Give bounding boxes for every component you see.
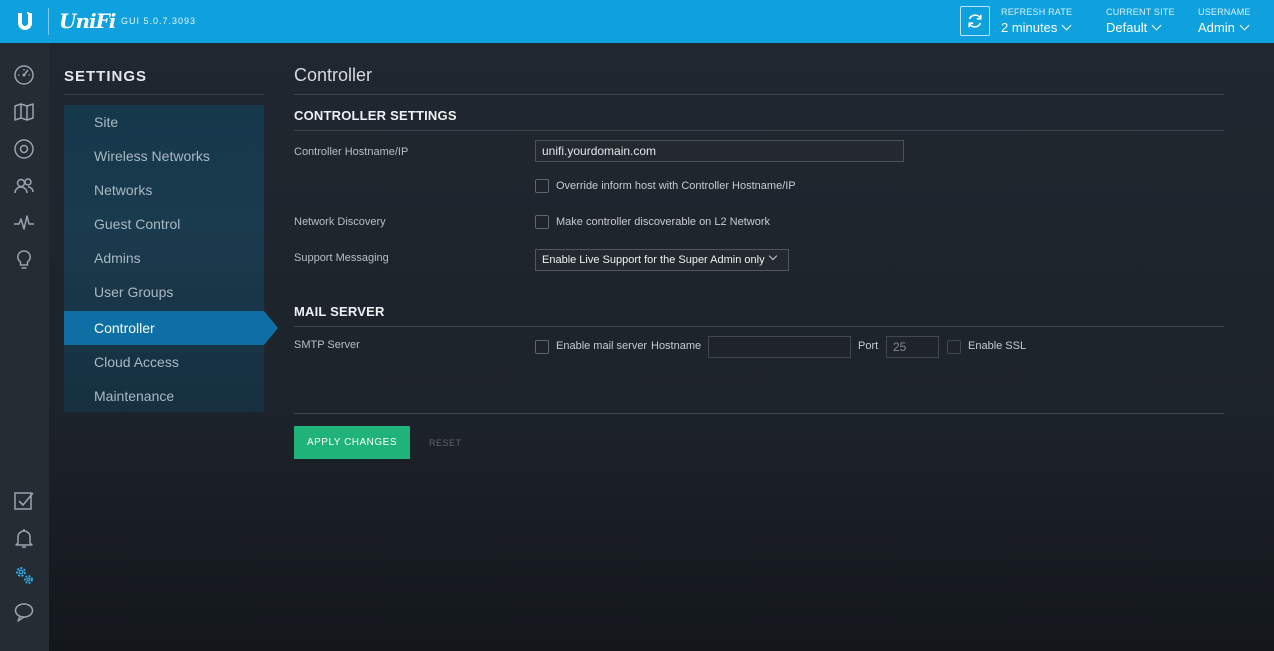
nav-item-site[interactable]: Site <box>64 105 264 139</box>
events-icon[interactable] <box>12 489 36 513</box>
main-content: SETTINGS Site Wireless Networks Networks… <box>49 43 1274 651</box>
icon-rail <box>0 43 49 651</box>
section-divider <box>294 326 1224 327</box>
apply-changes-button[interactable]: APPLY CHANGES <box>294 426 410 459</box>
active-indicator <box>264 311 278 345</box>
settings-divider <box>64 94 264 95</box>
network-discovery-label: Network Discovery <box>294 216 386 228</box>
smtp-server-label: SMTP Server <box>294 339 360 351</box>
chevron-down-icon <box>1239 20 1250 31</box>
alerts-icon[interactable] <box>12 526 36 550</box>
username-label: USERNAME <box>1198 7 1251 17</box>
current-site-dropdown[interactable]: CURRENT SITE Default <box>1106 7 1175 35</box>
nav-item-maintenance[interactable]: Maintenance <box>64 379 264 413</box>
settings-title: SETTINGS <box>64 68 148 85</box>
hostname-input[interactable]: unifi.yourdomain.com <box>535 140 904 162</box>
nav-item-user-groups[interactable]: User Groups <box>64 275 264 309</box>
settings-nav: Site Wireless Networks Networks Guest Co… <box>64 105 278 413</box>
support-messaging-value: Enable Live Support for the Super Admin … <box>542 254 765 266</box>
actions-divider <box>294 413 1224 414</box>
nav-item-admins[interactable]: Admins <box>64 241 264 275</box>
nav-item-wireless-networks[interactable]: Wireless Networks <box>64 139 264 173</box>
nav-item-guest-control[interactable]: Guest Control <box>64 207 264 241</box>
chevron-down-icon <box>1061 20 1072 31</box>
refresh-button[interactable] <box>960 6 990 36</box>
controller-settings-title: CONTROLLER SETTINGS <box>294 108 457 123</box>
chevron-down-icon <box>768 251 778 261</box>
nav-item-networks[interactable]: Networks <box>64 173 264 207</box>
username-value: Admin <box>1198 20 1235 35</box>
devices-icon[interactable] <box>12 137 36 161</box>
nav-item-controller-label: Controller <box>94 320 155 336</box>
chat-icon[interactable] <box>12 600 36 624</box>
enable-mail-server-checkbox[interactable] <box>535 340 549 354</box>
smtp-port-input[interactable]: 25 <box>886 336 939 358</box>
username-dropdown[interactable]: USERNAME Admin <box>1198 7 1251 35</box>
mail-server-title: MAIL SERVER <box>294 304 385 319</box>
statistics-icon[interactable] <box>12 211 36 235</box>
support-messaging-select[interactable]: Enable Live Support for the Super Admin … <box>535 249 789 271</box>
smtp-port-label: Port <box>858 340 879 352</box>
discoverable-checkbox[interactable] <box>535 215 549 229</box>
support-messaging-label: Support Messaging <box>294 252 389 264</box>
map-icon[interactable] <box>12 100 36 124</box>
override-inform-label: Override inform host with Controller Hos… <box>556 180 796 192</box>
title-divider <box>294 94 1224 95</box>
section-divider <box>294 130 1224 131</box>
nav-item-controller[interactable]: Controller <box>64 311 278 345</box>
gui-version: GUI 5.0.7.3093 <box>121 16 197 26</box>
top-bar: UniFi GUI 5.0.7.3093 REFRESH RATE 2 minu… <box>0 0 1274 43</box>
reset-button[interactable]: RESET <box>429 438 462 448</box>
refresh-rate-label: REFRESH RATE <box>1001 7 1073 17</box>
settings-icon[interactable] <box>12 563 36 587</box>
enable-ssl-label: Enable SSL <box>968 340 1027 352</box>
dashboard-icon[interactable] <box>12 63 36 87</box>
chevron-down-icon <box>1151 20 1162 31</box>
enable-mail-server-label: Enable mail server <box>556 340 648 352</box>
discoverable-label: Make controller discoverable on L2 Netwo… <box>556 216 770 228</box>
override-inform-checkbox[interactable] <box>535 179 549 193</box>
nav-item-cloud-access[interactable]: Cloud Access <box>64 345 264 379</box>
current-site-value: Default <box>1106 20 1148 35</box>
smtp-hostname-label: Hostname <box>651 340 702 352</box>
unifi-logo: UniFi <box>59 9 116 33</box>
ubiquiti-logo-icon[interactable] <box>0 0 49 43</box>
refresh-rate-dropdown[interactable]: REFRESH RATE 2 minutes <box>1001 7 1072 35</box>
insights-icon[interactable] <box>12 248 36 272</box>
logo-divider <box>48 8 49 35</box>
smtp-hostname-input[interactable] <box>708 336 851 358</box>
refresh-rate-value: 2 minutes <box>1001 20 1058 35</box>
clients-icon[interactable] <box>12 174 36 198</box>
refresh-icon <box>968 14 982 28</box>
page-title: Controller <box>294 65 373 85</box>
enable-ssl-checkbox[interactable] <box>947 340 961 354</box>
current-site-label: CURRENT SITE <box>1106 7 1175 17</box>
hostname-label: Controller Hostname/IP <box>294 146 409 158</box>
